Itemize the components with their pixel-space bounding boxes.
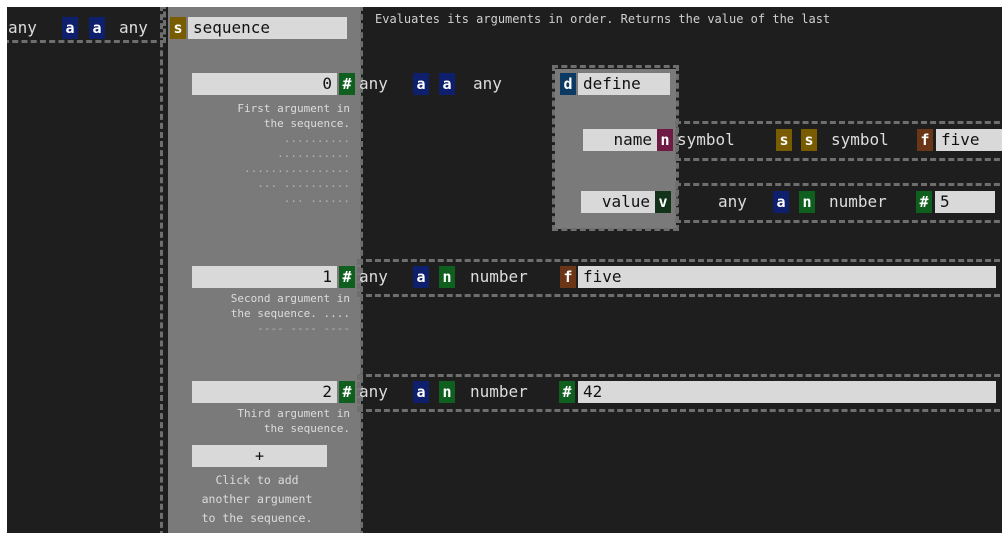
type-badge-n: n [439,381,455,403]
arg-index-1[interactable]: 1 [192,266,337,288]
type-number: number [470,382,528,401]
type-number: number [829,192,887,211]
value-badge: v [655,191,671,213]
symbol-ref-badge: f [560,266,576,288]
define-title[interactable]: define [578,73,670,95]
type-badge-a: a [413,73,429,95]
arg-index-badge: # [339,266,355,288]
function-description: Evaluates its arguments in order. Return… [375,12,831,26]
arg-note: Second argument in the sequence. .... --… [230,292,350,335]
type-badge-s: s [801,129,817,151]
number-badge: # [916,191,932,213]
type-any: any [359,382,388,401]
arg2-value-field[interactable]: 42 [578,381,996,403]
define-badge[interactable]: d [560,73,576,95]
type-any: any [473,74,502,93]
arg1-value-field[interactable]: five [578,266,996,288]
type-symbol: symbol [677,130,735,149]
add-argument-hint: Click to add another argument to the seq… [201,473,313,525]
type-any: any [359,74,388,93]
type-any: any [119,18,148,37]
arg-index-badge: # [339,381,355,403]
type-badge-s: s [776,129,792,151]
code-canvas: any a a any s sequence Evaluates its arg… [7,7,1002,533]
type-badge-a: a [62,17,78,39]
name-value-badge: f [917,129,933,151]
type-badge-a: a [413,266,429,288]
type-any: any [718,192,747,211]
type-badge-a: a [439,73,455,95]
type-badge-a: a [413,381,429,403]
value-number-field[interactable]: 5 [935,191,995,213]
arg-index-2[interactable]: 2 [192,381,337,403]
arg-note: Third argument in the sequence. [237,407,350,435]
name-badge: n [657,129,673,151]
name-value-field[interactable]: five [936,129,1002,151]
type-badge-n: n [799,191,815,213]
type-any: any [359,267,388,286]
type-number: number [470,267,528,286]
arg-index-badge: # [339,73,355,95]
type-badge-n: n [439,266,455,288]
arg-index-0[interactable]: 0 [192,73,337,95]
arg-note: First argument in the sequence. ........… [237,102,350,205]
add-argument-button[interactable]: + [192,445,327,467]
sequence-badge[interactable]: s [170,17,186,39]
name-label: name [583,129,657,151]
type-badge-a: a [89,17,105,39]
type-symbol: symbol [831,130,889,149]
value-label: value [581,191,655,213]
type-any: any [8,18,37,37]
number-badge: # [559,381,575,403]
sequence-title[interactable]: sequence [188,17,347,39]
type-badge-a: a [773,191,789,213]
